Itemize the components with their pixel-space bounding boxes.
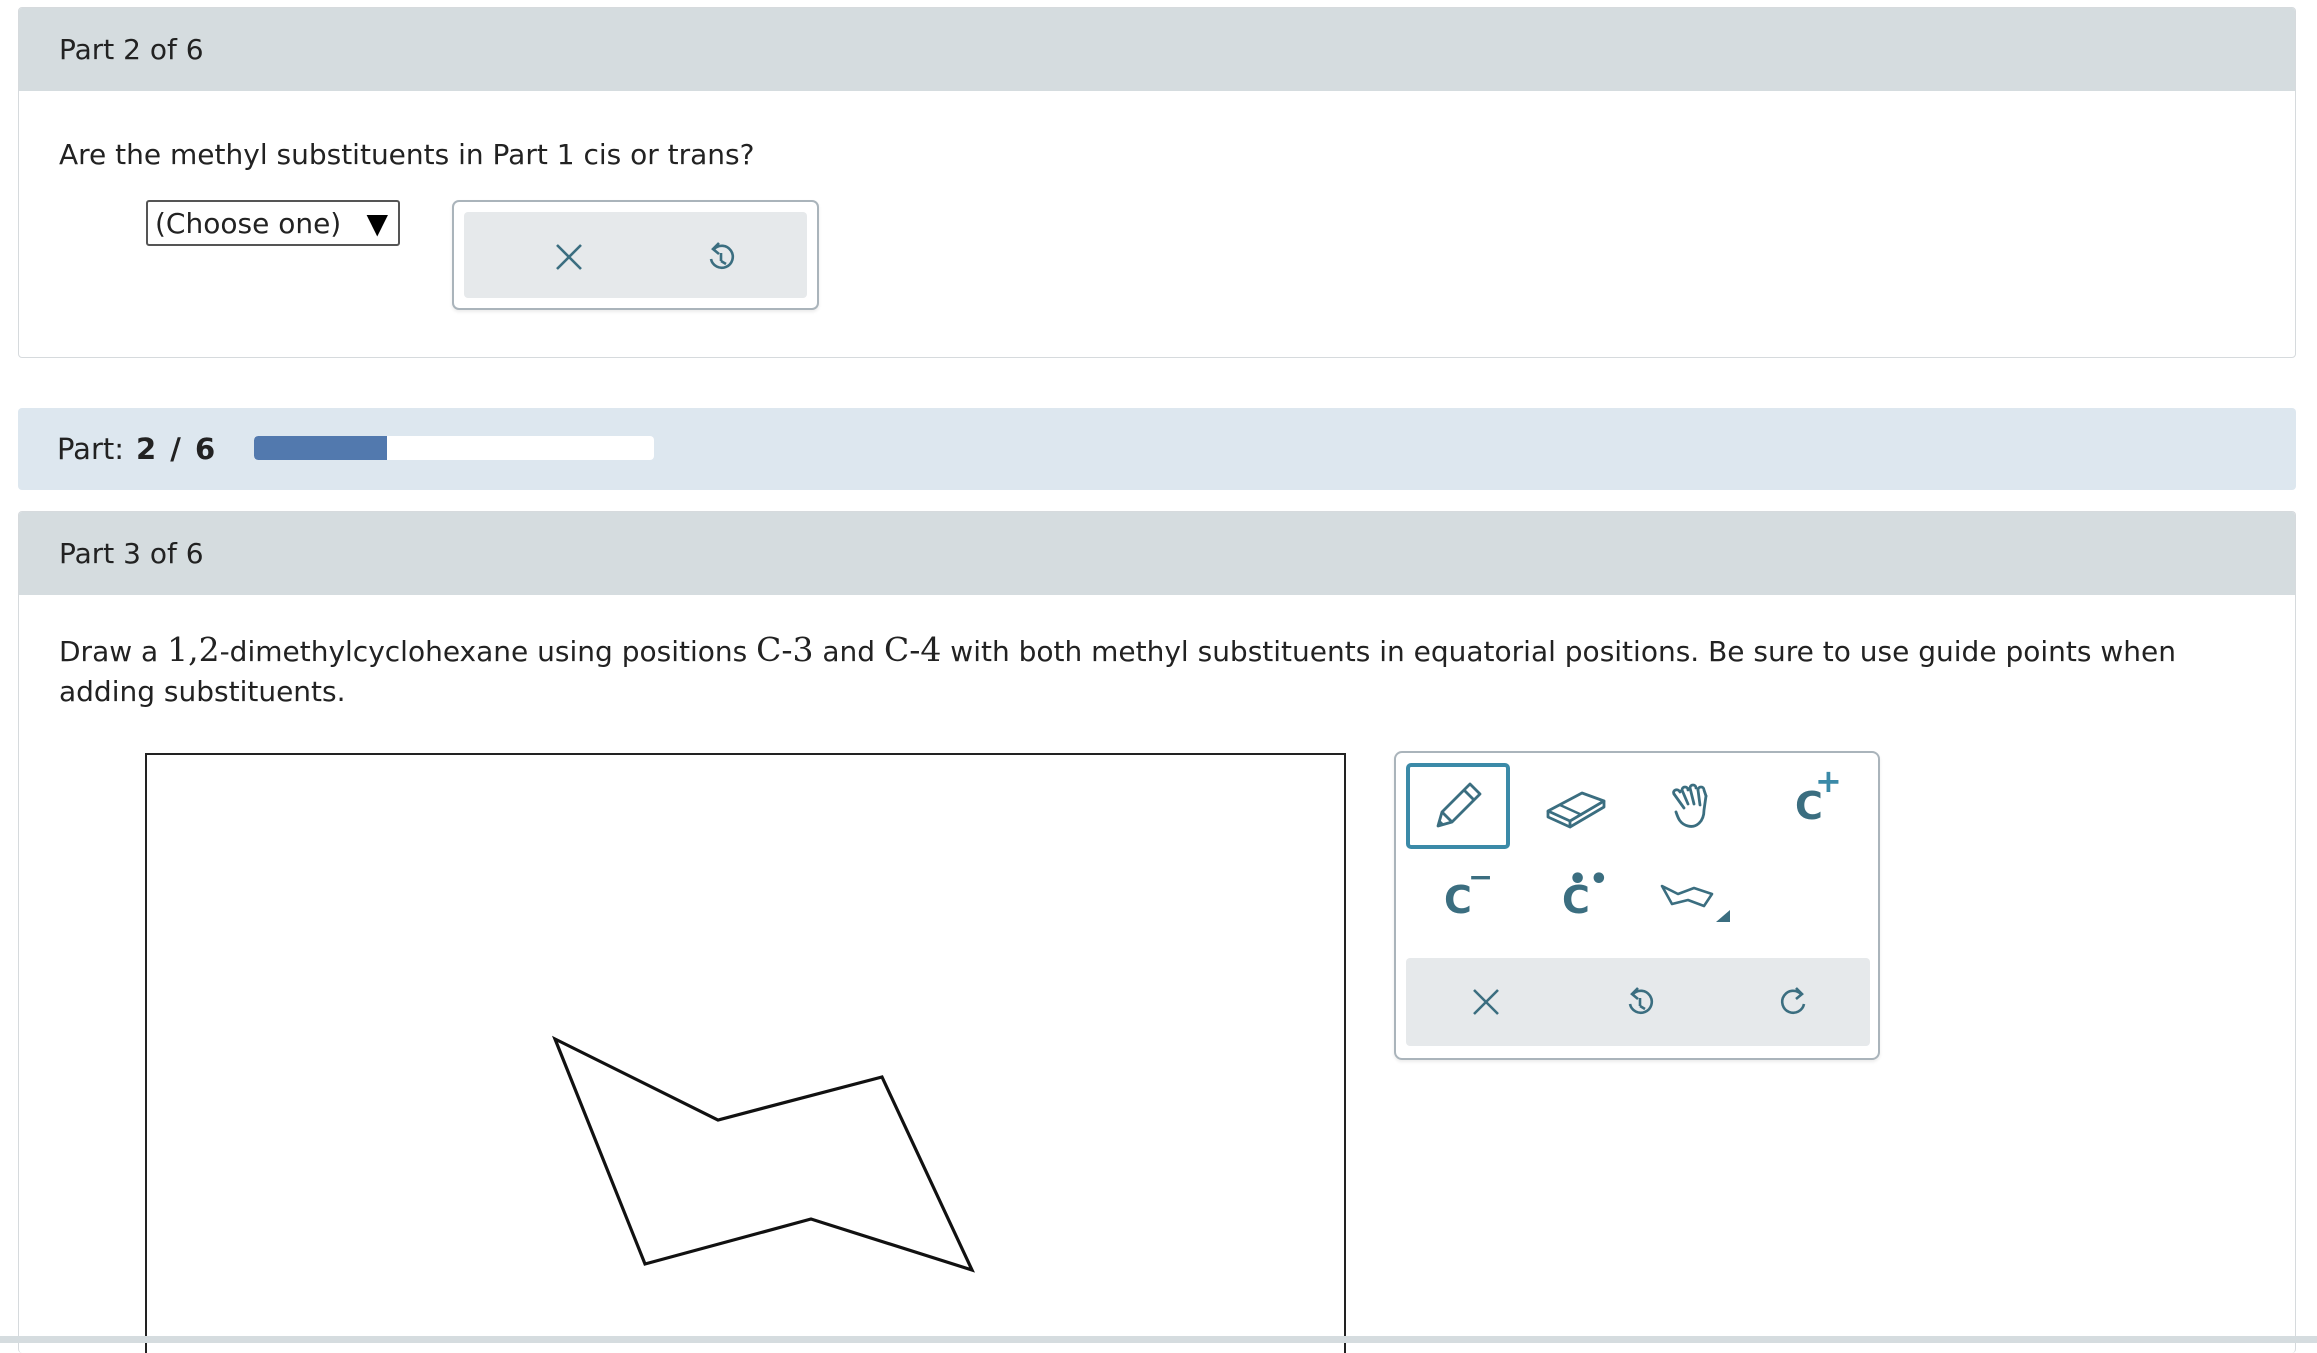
hand-icon: [1672, 783, 1708, 828]
undo-canvas-button[interactable]: [1590, 972, 1690, 1032]
close-icon: [556, 244, 582, 270]
carbanion-tool[interactable]: C −: [1406, 857, 1510, 943]
carbene-tool[interactable]: C ••: [1524, 857, 1628, 943]
cyclohexane-template-icon: [1660, 884, 1730, 922]
question-text: Draw a: [59, 635, 168, 668]
question-text: -dimethylcyclohexane using positions: [219, 635, 757, 668]
redo-icon: [1780, 987, 1806, 1015]
toolbox-action-bar: [1406, 958, 1870, 1046]
undo-icon: [709, 242, 735, 270]
drawing-canvas[interactable]: [145, 753, 1346, 1353]
carbene-icon: C ••: [1562, 862, 1611, 922]
progress-label-text: Part:: [57, 432, 125, 466]
cis-trans-select[interactable]: (Choose one) ▼: [146, 200, 400, 246]
clear-button[interactable]: [524, 227, 614, 287]
part-3-header: Part 3 of 6: [19, 512, 2295, 595]
answer-button-group: [452, 200, 819, 310]
undo-icon: [1628, 987, 1654, 1015]
drawing-toolbox: C + C − C ••: [1394, 751, 1880, 1060]
math-position-c4: C-4: [883, 630, 942, 669]
bottom-divider: [0, 1336, 2317, 1343]
part-3-question: Draw a 1,2-dimethylcyclohexane using pos…: [59, 630, 2259, 712]
math-position-c3: C-3: [756, 630, 814, 669]
eraser-icon: [1546, 791, 1606, 829]
eraser-tool[interactable]: [1524, 763, 1628, 849]
cyclohexane-chair[interactable]: [147, 755, 1344, 1353]
select-value: (Choose one): [155, 206, 342, 240]
part-3-card: Part 3 of 6 Draw a 1,2-dimethylcyclohexa…: [18, 511, 2296, 1353]
undo-button[interactable]: [676, 227, 766, 287]
progress-value: 2 / 6: [136, 432, 218, 466]
hand-tool[interactable]: [1640, 763, 1744, 849]
part-2-question: Are the methyl substituents in Part 1 ci…: [59, 138, 755, 171]
template-tool[interactable]: [1640, 857, 1744, 943]
pencil-icon: [1436, 782, 1482, 828]
carbanion-icon: C −: [1444, 860, 1494, 922]
part-2-card: Part 2 of 6 Are the methyl substituents …: [18, 7, 2296, 358]
part-progress: Part: 2 / 6: [18, 408, 2296, 490]
lone-pair-dots: ••: [1568, 862, 1611, 897]
clear-canvas-button[interactable]: [1436, 972, 1536, 1032]
redo-canvas-button[interactable]: [1744, 972, 1844, 1032]
part-2-header: Part 2 of 6: [19, 8, 2295, 91]
progress-fill: [254, 436, 388, 460]
chevron-down-icon: ▼: [366, 206, 388, 240]
progress-label: Part: 2 / 6: [57, 408, 217, 490]
question-text: and: [813, 635, 884, 668]
math-locants: 1,2: [167, 630, 220, 669]
pencil-tool[interactable]: [1406, 763, 1510, 849]
answer-button-bar: [464, 212, 807, 298]
carbocation-tool[interactable]: C +: [1757, 762, 1861, 849]
progress-track: [254, 436, 654, 460]
close-icon: [1473, 989, 1499, 1015]
carbocation-icon: C +: [1795, 762, 1842, 828]
